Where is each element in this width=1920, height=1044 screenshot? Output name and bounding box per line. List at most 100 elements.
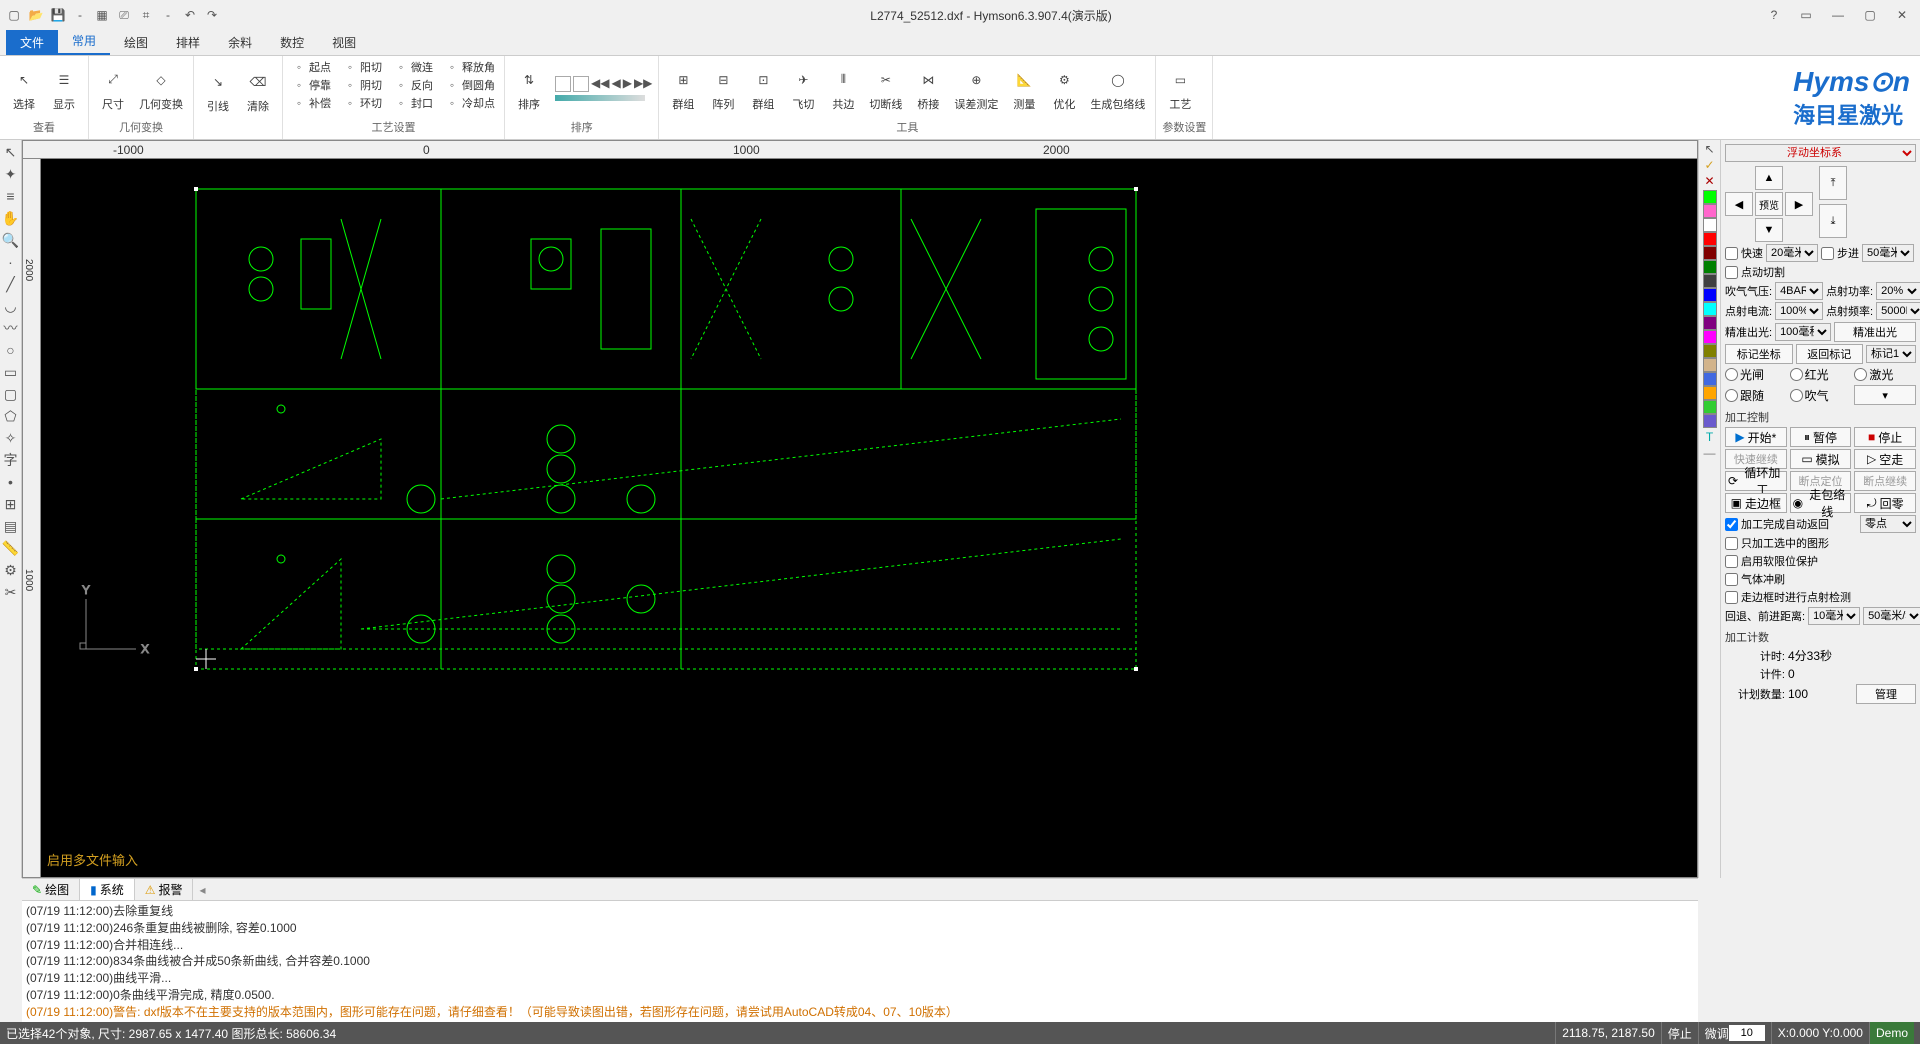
tool-pan-icon[interactable]: ✋ [0, 208, 21, 228]
laser-radio[interactable]: 激光 [1854, 366, 1916, 383]
tool-order-icon[interactable]: ≡ [0, 186, 21, 206]
process-small-button[interactable]: ◦环切 [340, 94, 385, 112]
sort-opt-icon[interactable]: ◀ [611, 76, 620, 92]
dot-current-select[interactable]: 100% [1775, 302, 1823, 320]
save-icon[interactable]: 💾 [48, 5, 68, 25]
jog-right-button[interactable]: ▶ [1785, 192, 1813, 216]
breakpoint-continue-button[interactable]: 断点继续 [1854, 471, 1916, 491]
canvas-area[interactable]: -1000 0 1000 2000 2000 1000 [22, 140, 1698, 878]
size-button[interactable]: ⤢尺寸 [95, 64, 131, 114]
tool-more-icon[interactable]: ⚙ [0, 560, 21, 580]
tool-measure-icon[interactable]: 📏 [0, 538, 21, 558]
retreat-dist-select[interactable]: 10毫米 [1808, 607, 1860, 625]
tool-node-icon[interactable]: ✦ [0, 164, 21, 184]
select-button[interactable]: ↖选择 [6, 64, 42, 114]
log-panel[interactable]: (07/19 11:12:00)去除重复线(07/19 11:12:00)246… [22, 901, 1698, 1022]
process-small-button[interactable]: ◦反向 [391, 76, 436, 94]
process-small-button[interactable]: ◦补偿 [289, 94, 334, 112]
menu-tab[interactable]: 数控 [266, 30, 318, 55]
grid-icon[interactable]: ▦ [92, 5, 112, 25]
step-checkbox[interactable] [1821, 247, 1834, 260]
precise-light-button[interactable]: 精准出光 [1834, 322, 1916, 342]
display-button[interactable]: ☰显示 [46, 64, 82, 114]
gas-flush-checkbox[interactable] [1725, 573, 1738, 586]
layer-color-swatch[interactable] [1703, 190, 1717, 204]
maximize-icon[interactable]: ▢ [1856, 5, 1884, 25]
blow-pressure-select[interactable]: 4BAR [1775, 282, 1823, 300]
mark-select[interactable]: 标记1 [1866, 345, 1916, 363]
tool-zoom-icon[interactable]: 🔍 [0, 230, 21, 250]
walk-envelope-button[interactable]: ◉ 走包络线 [1790, 493, 1852, 513]
tool1-icon[interactable]: ⎚ [114, 5, 134, 25]
tool-star-icon[interactable]: ✧ [0, 428, 21, 448]
sort-opt-icon[interactable] [555, 76, 571, 92]
layer-last-icon[interactable]: — [1704, 446, 1716, 460]
tool-button[interactable]: ⋈桥接 [910, 64, 946, 114]
tool-button[interactable]: ✈飞切 [785, 64, 821, 114]
tool-button[interactable]: ⊞群组 [665, 64, 701, 114]
menu-tab[interactable]: 余料 [214, 30, 266, 55]
undo-icon[interactable]: ↶ [180, 5, 200, 25]
blow-radio[interactable]: 吹气 [1790, 385, 1852, 405]
layer-color-swatch[interactable] [1703, 246, 1717, 260]
fine-input[interactable] [1729, 1025, 1765, 1041]
geom-transform-button[interactable]: ◇几何变换 [135, 64, 187, 114]
open-icon[interactable]: 📂 [26, 5, 46, 25]
tool2-icon[interactable]: ⌗ [136, 5, 156, 25]
menu-tab[interactable]: 常用 [58, 28, 110, 55]
process-small-button[interactable]: ◦起点 [289, 58, 334, 76]
process-small-button[interactable]: ◦阳切 [340, 58, 385, 76]
ribbon-toggle-icon[interactable]: ▭ [1792, 5, 1820, 25]
tool-rect-icon[interactable]: ▭ [0, 362, 21, 382]
process-small-button[interactable]: ◦释放角 [442, 58, 498, 76]
tab-draw[interactable]: ✎绘图 [22, 879, 80, 900]
preview-button[interactable]: 预览 [1755, 192, 1783, 216]
process-small-button[interactable]: ◦停靠 [289, 76, 334, 94]
layer-cursor-icon[interactable]: ↖ [1704, 142, 1714, 156]
tool-arc-icon[interactable]: ◡ [0, 296, 21, 316]
tool-layer-icon[interactable]: ▤ [0, 516, 21, 536]
follow-radio[interactable]: 跟随 [1725, 385, 1787, 405]
file-tab[interactable]: 文件 [6, 30, 58, 55]
return-target-select[interactable]: 零点 [1860, 515, 1916, 533]
tool-button[interactable]: ⊟阵列 [705, 64, 741, 114]
process-small-button[interactable]: ◦微连 [391, 58, 436, 76]
process-small-button[interactable]: ◦封口 [391, 94, 436, 112]
menu-tab[interactable]: 视图 [318, 30, 370, 55]
process-param-button[interactable]: ▭工艺 [1162, 64, 1198, 114]
dryrun-button[interactable]: ▷ 空走 [1854, 449, 1916, 469]
redlight-radio[interactable]: 红光 [1790, 366, 1852, 383]
lead-button[interactable]: ↘引线 [200, 66, 236, 116]
fast-checkbox[interactable] [1725, 247, 1738, 260]
dot-power-select[interactable]: 20% [1876, 282, 1920, 300]
layer-color-swatch[interactable] [1703, 204, 1717, 218]
layer-color-swatch[interactable] [1703, 218, 1717, 232]
jog-left-button[interactable]: ◀ [1725, 192, 1753, 216]
layer-color-swatch[interactable] [1703, 316, 1717, 330]
tool-pointer-icon[interactable]: ↖ [0, 142, 21, 162]
mark-coord-button[interactable]: 标记坐标 [1725, 344, 1793, 364]
jog-z-up-button[interactable]: ⤒ [1819, 166, 1847, 200]
dotcut-checkbox[interactable] [1725, 266, 1738, 279]
sort-opt-icon[interactable] [573, 76, 589, 92]
soft-limit-checkbox[interactable] [1725, 555, 1738, 568]
layer-color-swatch[interactable] [1703, 260, 1717, 274]
auto-return-checkbox[interactable] [1725, 518, 1738, 531]
new-icon[interactable]: ▢ [4, 5, 24, 25]
layer-color-swatch[interactable] [1703, 358, 1717, 372]
return-mark-button[interactable]: 返回标记 [1796, 344, 1864, 364]
sort-opt-icon[interactable]: ◀◀ [591, 76, 609, 92]
stop-button[interactable]: ■ 停止 [1854, 427, 1916, 447]
sort-opt-icon[interactable]: ▶▶ [634, 76, 652, 92]
pause-button[interactable]: ⏸ 暂停 [1790, 427, 1852, 447]
menu-tab[interactable]: 绘图 [110, 30, 162, 55]
process-small-button[interactable]: ◦阴切 [340, 76, 385, 94]
layer-t-icon[interactable]: T [1706, 430, 1713, 444]
tab-alarm[interactable]: ⚠报警 [135, 879, 194, 900]
sort-button[interactable]: ⇅排序 [511, 64, 547, 114]
tool-button[interactable]: ⊡群组 [745, 64, 781, 114]
clear-button[interactable]: ⌫清除 [240, 66, 276, 116]
layer-color-swatch[interactable] [1703, 372, 1717, 386]
jog-up-button[interactable]: ▲ [1755, 166, 1783, 190]
layer-color-swatch[interactable] [1703, 414, 1717, 428]
